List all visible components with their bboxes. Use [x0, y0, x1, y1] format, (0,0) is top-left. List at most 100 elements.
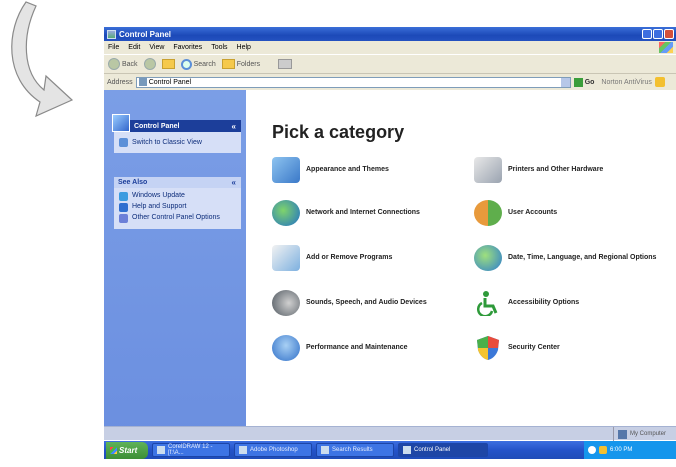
coreldraw-icon — [157, 446, 165, 454]
see-also-title: See Also — [118, 179, 148, 186]
help-support-link[interactable]: Help and Support — [119, 203, 236, 212]
window-titlebar[interactable]: Control Panel — [104, 27, 676, 41]
security-shield-icon — [474, 335, 502, 361]
switch-classic-view-link[interactable]: Switch to Classic View — [114, 132, 241, 153]
tray-norton-icon[interactable] — [599, 446, 607, 454]
category-add-remove-programs[interactable]: Add or Remove Programs — [272, 245, 481, 271]
norton-link[interactable]: Norton AntiVirus — [601, 79, 651, 86]
status-location: My Computer — [612, 427, 676, 441]
up-folder-icon[interactable] — [161, 59, 175, 69]
close-button[interactable] — [664, 29, 674, 39]
category-label: Printers and Other Hardware — [508, 166, 604, 173]
control-panel-header[interactable]: Control Panel « — [112, 114, 241, 132]
address-value: Control Panel — [148, 78, 192, 86]
menu-tools[interactable]: Tools — [211, 44, 227, 51]
category-security-center[interactable]: Security Center — [474, 335, 676, 361]
switch-view-label: Switch to Classic View — [132, 139, 202, 146]
category-performance-maintenance[interactable]: Performance and Maintenance — [272, 335, 481, 361]
category-accessibility[interactable]: Accessibility Options — [474, 290, 676, 318]
address-field[interactable]: Control Panel — [135, 76, 571, 88]
task-control-panel[interactable]: Control Panel — [398, 443, 488, 457]
options-icon — [119, 214, 128, 223]
address-bar: Address Control Panel Go Norton AntiViru… — [104, 74, 676, 90]
address-dropdown-icon[interactable] — [560, 77, 570, 87]
task-label: Adobe Photoshop — [250, 447, 298, 453]
minimize-button[interactable] — [642, 29, 652, 39]
photoshop-icon — [239, 446, 247, 454]
go-button[interactable]: Go — [573, 77, 595, 87]
see-also-header[interactable]: See Also « — [114, 177, 241, 188]
category-date-time-language[interactable]: Date, Time, Language, and Regional Optio… — [474, 245, 676, 271]
control-panel-icon — [107, 29, 116, 39]
category-label: User Accounts — [508, 209, 558, 216]
task-photoshop[interactable]: Adobe Photoshop — [234, 443, 312, 457]
page-title: Pick a category — [272, 122, 405, 142]
see-also-label: Windows Update — [132, 192, 185, 199]
task-coreldraw[interactable]: CorelDRAW 12 - [f:\A... — [152, 443, 230, 457]
task-label: Control Panel — [414, 447, 451, 453]
search-label: Search — [193, 60, 216, 68]
maximize-button[interactable] — [653, 29, 663, 39]
category-network-internet[interactable]: Network and Internet Connections — [272, 200, 481, 226]
collapse-chevron-icon[interactable]: « — [232, 178, 236, 187]
folders-button[interactable]: Folders — [221, 59, 261, 69]
my-computer-icon — [617, 429, 627, 439]
standard-toolbar: Back Search Folders — [104, 54, 676, 74]
see-also-label: Help and Support — [132, 203, 187, 210]
see-also-label: Other Control Panel Options — [132, 214, 220, 221]
category-label: Performance and Maintenance — [306, 344, 408, 351]
back-arrow-icon — [108, 58, 120, 70]
windows-update-icon — [119, 192, 128, 201]
task-label: Search Results — [332, 447, 373, 453]
category-view: Pick a category Appearance and Themes Pr… — [246, 90, 676, 433]
task-label: CorelDRAW 12 - [f:\A... — [168, 444, 213, 456]
clock[interactable]: 6:00 PM — [610, 447, 632, 453]
network-globe-icon — [272, 200, 300, 226]
back-label: Back — [122, 60, 138, 68]
category-label: Add or Remove Programs — [306, 254, 393, 261]
curved-arrow-graphic — [0, 0, 100, 140]
menu-help[interactable]: Help — [237, 44, 251, 51]
norton-icon[interactable] — [654, 77, 665, 87]
classic-view-icon — [119, 138, 128, 147]
control-panel-task-icon — [403, 446, 411, 454]
menu-favorites[interactable]: Favorites — [173, 44, 202, 51]
menu-view[interactable]: View — [149, 44, 164, 51]
back-button[interactable]: Back — [108, 58, 138, 70]
start-button[interactable]: Start — [106, 441, 148, 459]
tray-network-icon[interactable] — [588, 446, 596, 454]
other-options-link[interactable]: Other Control Panel Options — [119, 214, 236, 223]
see-also-box: See Also « Windows Update Help and Suppo… — [114, 177, 241, 229]
search-button[interactable]: Search — [180, 58, 216, 70]
views-icon[interactable] — [278, 59, 293, 69]
menu-file[interactable]: File — [108, 44, 119, 51]
control-panel-large-icon — [112, 114, 130, 132]
category-user-accounts[interactable]: User Accounts — [474, 200, 676, 226]
control-panel-box: Control Panel « Switch to Classic View — [112, 114, 241, 153]
windows-logo-icon — [659, 42, 673, 53]
control-panel-small-icon — [138, 78, 147, 86]
taskbar: Start CorelDRAW 12 - [f:\A... Adobe Phot… — [104, 441, 676, 459]
category-label: Security Center — [508, 344, 560, 351]
windows-update-link[interactable]: Windows Update — [119, 192, 236, 201]
category-printers-hardware[interactable]: Printers and Other Hardware — [474, 157, 676, 183]
menu-edit[interactable]: Edit — [128, 44, 140, 51]
category-appearance-themes[interactable]: Appearance and Themes — [272, 157, 481, 183]
category-label: Network and Internet Connections — [306, 209, 420, 216]
task-search-results[interactable]: Search Results — [316, 443, 394, 457]
performance-icon — [272, 335, 300, 361]
search-results-icon — [321, 446, 329, 454]
folders-icon — [221, 59, 235, 69]
status-location-label: My Computer — [629, 431, 666, 437]
category-label: Appearance and Themes — [306, 166, 389, 173]
start-label: Start — [119, 445, 138, 455]
category-sounds-audio[interactable]: Sounds, Speech, and Audio Devices — [272, 290, 481, 316]
window-title: Control Panel — [119, 29, 172, 39]
forward-button[interactable] — [143, 58, 156, 70]
desktop-screenshot: Control Panel File Edit View Favorites T… — [104, 27, 676, 463]
collapse-chevron-icon[interactable]: « — [232, 122, 236, 131]
folders-label: Folders — [236, 60, 261, 68]
go-label: Go — [584, 78, 595, 86]
search-icon — [180, 58, 192, 70]
user-accounts-icon — [474, 200, 502, 226]
